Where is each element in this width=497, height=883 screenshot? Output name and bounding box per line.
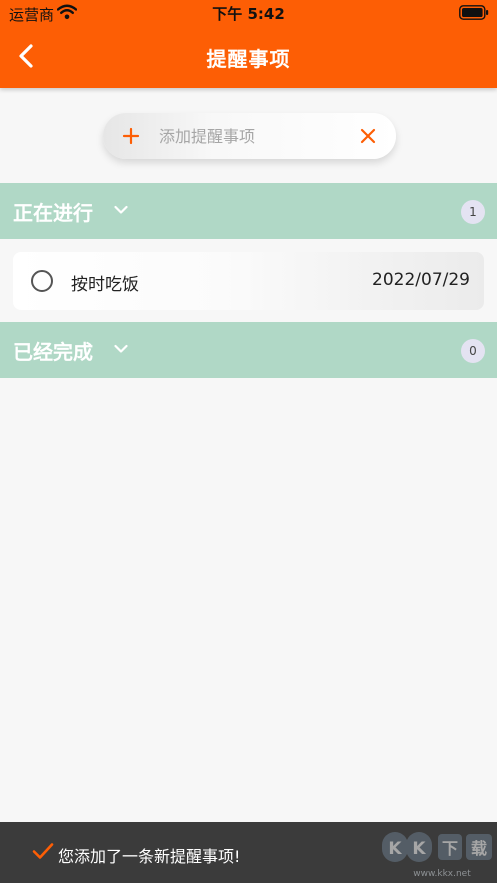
count-badge-in-progress: 1 — [461, 200, 485, 224]
battery-icon — [459, 5, 489, 20]
count-badge-completed: 0 — [461, 339, 485, 363]
svg-text:K: K — [412, 839, 426, 859]
add-reminder-bar — [103, 113, 396, 159]
add-reminder-input[interactable] — [159, 124, 339, 148]
check-icon — [32, 843, 54, 859]
close-icon[interactable] — [360, 128, 376, 144]
svg-text:www.kkx.net: www.kkx.net — [413, 869, 471, 879]
task-date: 2022/07/29 — [372, 270, 470, 290]
task-title: 按时吃饭 — [71, 275, 139, 295]
watermark-logo: K K 下 载 www.kkx.net — [382, 832, 492, 879]
toast-message: 您添加了一条新提醒事项! — [58, 847, 241, 866]
svg-text:载: 载 — [471, 839, 487, 858]
section-header-completed[interactable]: 已经完成 0 — [0, 322, 497, 378]
status-bar: 运营商 下午 5:42 — [0, 0, 497, 26]
page-title: 提醒事项 — [206, 47, 291, 71]
plus-icon[interactable] — [121, 126, 141, 146]
chevron-down-icon — [114, 344, 128, 353]
svg-text:K: K — [388, 839, 402, 859]
toast-notification: 您添加了一条新提醒事项! K K 下 载 www.kkx.net — [0, 822, 497, 883]
nav-bar: 运营商 下午 5:42 提醒事项 — [0, 0, 497, 88]
circle-icon[interactable] — [31, 270, 53, 292]
section-title-completed: 已经完成 — [13, 340, 93, 364]
svg-text:下: 下 — [442, 839, 458, 858]
section-title-in-progress: 正在进行 — [13, 201, 93, 225]
task-item[interactable]: 按时吃饭 2022/07/29 — [13, 252, 484, 310]
section-header-in-progress[interactable]: 正在进行 1 — [0, 183, 497, 239]
chevron-down-icon — [114, 205, 128, 214]
status-time: 下午 5:42 — [212, 5, 285, 23]
